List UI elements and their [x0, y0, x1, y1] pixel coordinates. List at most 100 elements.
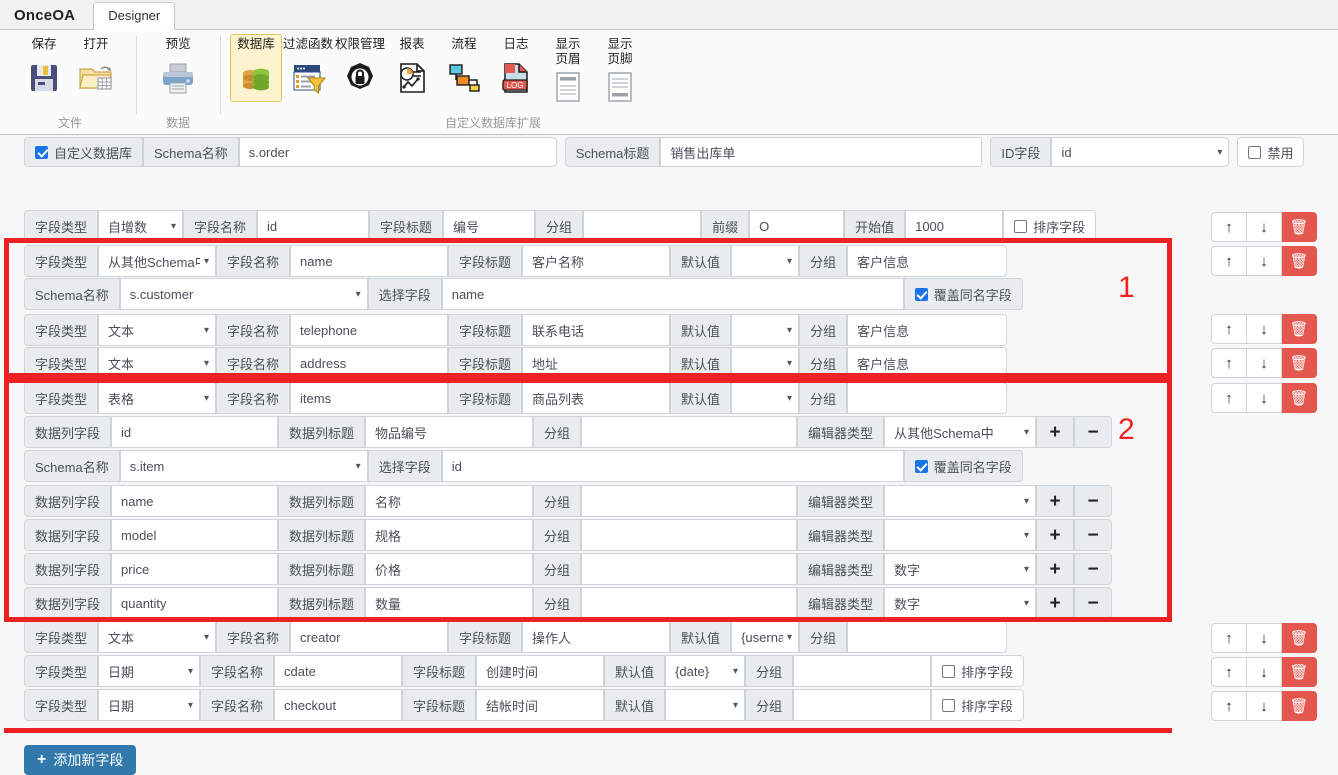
- move-down-button[interactable]: ↓: [1247, 623, 1282, 653]
- move-up-button[interactable]: ↑: [1211, 691, 1247, 721]
- default-value-select[interactable]: ▾: [665, 689, 746, 721]
- group-input[interactable]: [847, 382, 1008, 414]
- ribbon-item-database[interactable]: 数据库: [230, 34, 282, 102]
- delete-row-button[interactable]: 🗑: [1282, 691, 1317, 721]
- schema-name-input[interactable]: s.order: [238, 137, 557, 167]
- group-input[interactable]: [581, 587, 798, 619]
- move-down-button[interactable]: ↓: [1247, 348, 1282, 378]
- default-value-select[interactable]: ▾: [731, 245, 800, 277]
- ribbon-item-show-header[interactable]: 显示 页眉: [542, 34, 594, 104]
- group-input[interactable]: [581, 416, 798, 448]
- group-input[interactable]: [581, 485, 798, 517]
- delete-row-button[interactable]: 🗑: [1282, 657, 1317, 687]
- field-name-input[interactable]: cdate: [274, 655, 403, 687]
- id-field-select[interactable]: id ▾: [1051, 137, 1230, 167]
- group-input[interactable]: 客户信息: [847, 347, 1008, 379]
- field-title-input[interactable]: 编号: [443, 210, 536, 242]
- field-title-input[interactable]: 商品列表: [522, 382, 671, 414]
- move-up-button[interactable]: ↑: [1211, 657, 1247, 687]
- field-type-select[interactable]: 自增数 ▾: [98, 210, 184, 242]
- move-down-button[interactable]: ↓: [1247, 246, 1282, 276]
- start-value-input[interactable]: 1000: [905, 210, 1004, 242]
- ref-schema-select[interactable]: s.customer ▾: [119, 278, 368, 310]
- editor-type-select[interactable]: ▾: [884, 519, 1037, 551]
- field-type-select[interactable]: 从其他Schema中 ▾: [98, 245, 217, 277]
- remove-data-column-button[interactable]: −: [1074, 553, 1113, 585]
- ribbon-item-permission[interactable]: 权限管理: [334, 34, 386, 102]
- remove-data-column-button[interactable]: −: [1074, 416, 1113, 448]
- prefix-input[interactable]: O: [749, 210, 845, 242]
- move-down-button[interactable]: ↓: [1247, 314, 1282, 344]
- field-type-select[interactable]: 文本 ▾: [98, 621, 217, 653]
- field-title-input[interactable]: 创建时间: [476, 655, 605, 687]
- group-input[interactable]: [793, 689, 932, 721]
- delete-row-button[interactable]: 🗑: [1282, 623, 1317, 653]
- move-up-button[interactable]: ↑: [1211, 623, 1247, 653]
- default-value-select[interactable]: {username} ▾: [731, 621, 800, 653]
- add-field-button[interactable]: + 添加新字段: [24, 745, 137, 775]
- add-data-column-button[interactable]: +: [1036, 416, 1075, 448]
- ribbon-item-preview[interactable]: 预览: [152, 34, 204, 102]
- disable-checkbox[interactable]: 禁用: [1237, 137, 1305, 167]
- move-down-button[interactable]: ↓: [1247, 691, 1282, 721]
- field-title-input[interactable]: 结帐时间: [476, 689, 605, 721]
- ribbon-item-show-footer[interactable]: 显示 页脚: [594, 34, 646, 104]
- editor-type-select[interactable]: ▾: [884, 485, 1037, 517]
- custom-db-checkbox[interactable]: 自定义数据库: [24, 137, 144, 167]
- add-data-column-button[interactable]: +: [1036, 519, 1075, 551]
- default-value-select[interactable]: ▾: [731, 347, 800, 379]
- ribbon-item-open[interactable]: 打开: [70, 34, 122, 102]
- data-col-field-input[interactable]: quantity: [111, 587, 279, 619]
- group-input[interactable]: [847, 621, 1008, 653]
- field-title-input[interactable]: 联系电话: [522, 314, 671, 346]
- data-col-title-input[interactable]: 规格: [365, 519, 534, 551]
- ribbon-item-log[interactable]: 日志 LOG: [490, 34, 542, 102]
- field-name-input[interactable]: telephone: [290, 314, 449, 346]
- move-up-button[interactable]: ↑: [1211, 246, 1247, 276]
- group-input[interactable]: [793, 655, 932, 687]
- default-value-select[interactable]: ▾: [731, 382, 800, 414]
- sort-field-checkbox[interactable]: 排序字段: [1003, 210, 1097, 242]
- sort-field-checkbox[interactable]: 排序字段: [931, 689, 1025, 721]
- editor-type-select[interactable]: 数字 ▾: [884, 553, 1037, 585]
- group-input[interactable]: [581, 553, 798, 585]
- data-col-title-input[interactable]: 数量: [365, 587, 534, 619]
- data-col-title-input[interactable]: 物品编号: [365, 416, 534, 448]
- field-name-input[interactable]: id: [257, 210, 370, 242]
- data-col-title-input[interactable]: 名称: [365, 485, 534, 517]
- ref-schema-select[interactable]: s.item ▾: [119, 450, 368, 482]
- add-data-column-button[interactable]: +: [1036, 587, 1075, 619]
- delete-row-button[interactable]: 🗑: [1282, 314, 1317, 344]
- ref-field-input[interactable]: name: [441, 278, 904, 310]
- field-name-input[interactable]: items: [290, 382, 449, 414]
- default-value-select[interactable]: {date} ▾: [665, 655, 746, 687]
- delete-row-button[interactable]: 🗑: [1282, 246, 1317, 276]
- move-up-button[interactable]: ↑: [1211, 314, 1247, 344]
- group-input[interactable]: [581, 519, 798, 551]
- editor-type-select[interactable]: 数字 ▾: [884, 587, 1037, 619]
- editor-type-select[interactable]: 从其他Schema中 ▾: [884, 416, 1037, 448]
- field-type-select[interactable]: 日期 ▾: [98, 655, 201, 687]
- ref-field-input[interactable]: id: [441, 450, 904, 482]
- data-col-field-input[interactable]: price: [111, 553, 279, 585]
- field-title-input[interactable]: 操作人: [522, 621, 671, 653]
- remove-data-column-button[interactable]: −: [1074, 485, 1113, 517]
- move-down-button[interactable]: ↓: [1247, 657, 1282, 687]
- field-type-select[interactable]: 文本 ▾: [98, 314, 217, 346]
- delete-row-button[interactable]: 🗑: [1282, 212, 1317, 242]
- data-col-field-input[interactable]: name: [111, 485, 279, 517]
- move-down-button[interactable]: ↓: [1247, 212, 1282, 242]
- tab-designer[interactable]: Designer: [93, 2, 176, 30]
- move-up-button[interactable]: ↑: [1211, 383, 1247, 413]
- default-value-select[interactable]: ▾: [731, 314, 800, 346]
- schema-title-input[interactable]: 销售出库单: [660, 137, 983, 167]
- remove-data-column-button[interactable]: −: [1074, 519, 1113, 551]
- field-name-input[interactable]: creator: [290, 621, 449, 653]
- delete-row-button[interactable]: 🗑: [1282, 383, 1317, 413]
- move-up-button[interactable]: ↑: [1211, 348, 1247, 378]
- ribbon-item-filter-function[interactable]: 过滤函数: [282, 34, 334, 102]
- data-col-field-input[interactable]: model: [111, 519, 279, 551]
- field-name-input[interactable]: name: [290, 245, 449, 277]
- move-down-button[interactable]: ↓: [1247, 383, 1282, 413]
- remove-data-column-button[interactable]: −: [1074, 587, 1113, 619]
